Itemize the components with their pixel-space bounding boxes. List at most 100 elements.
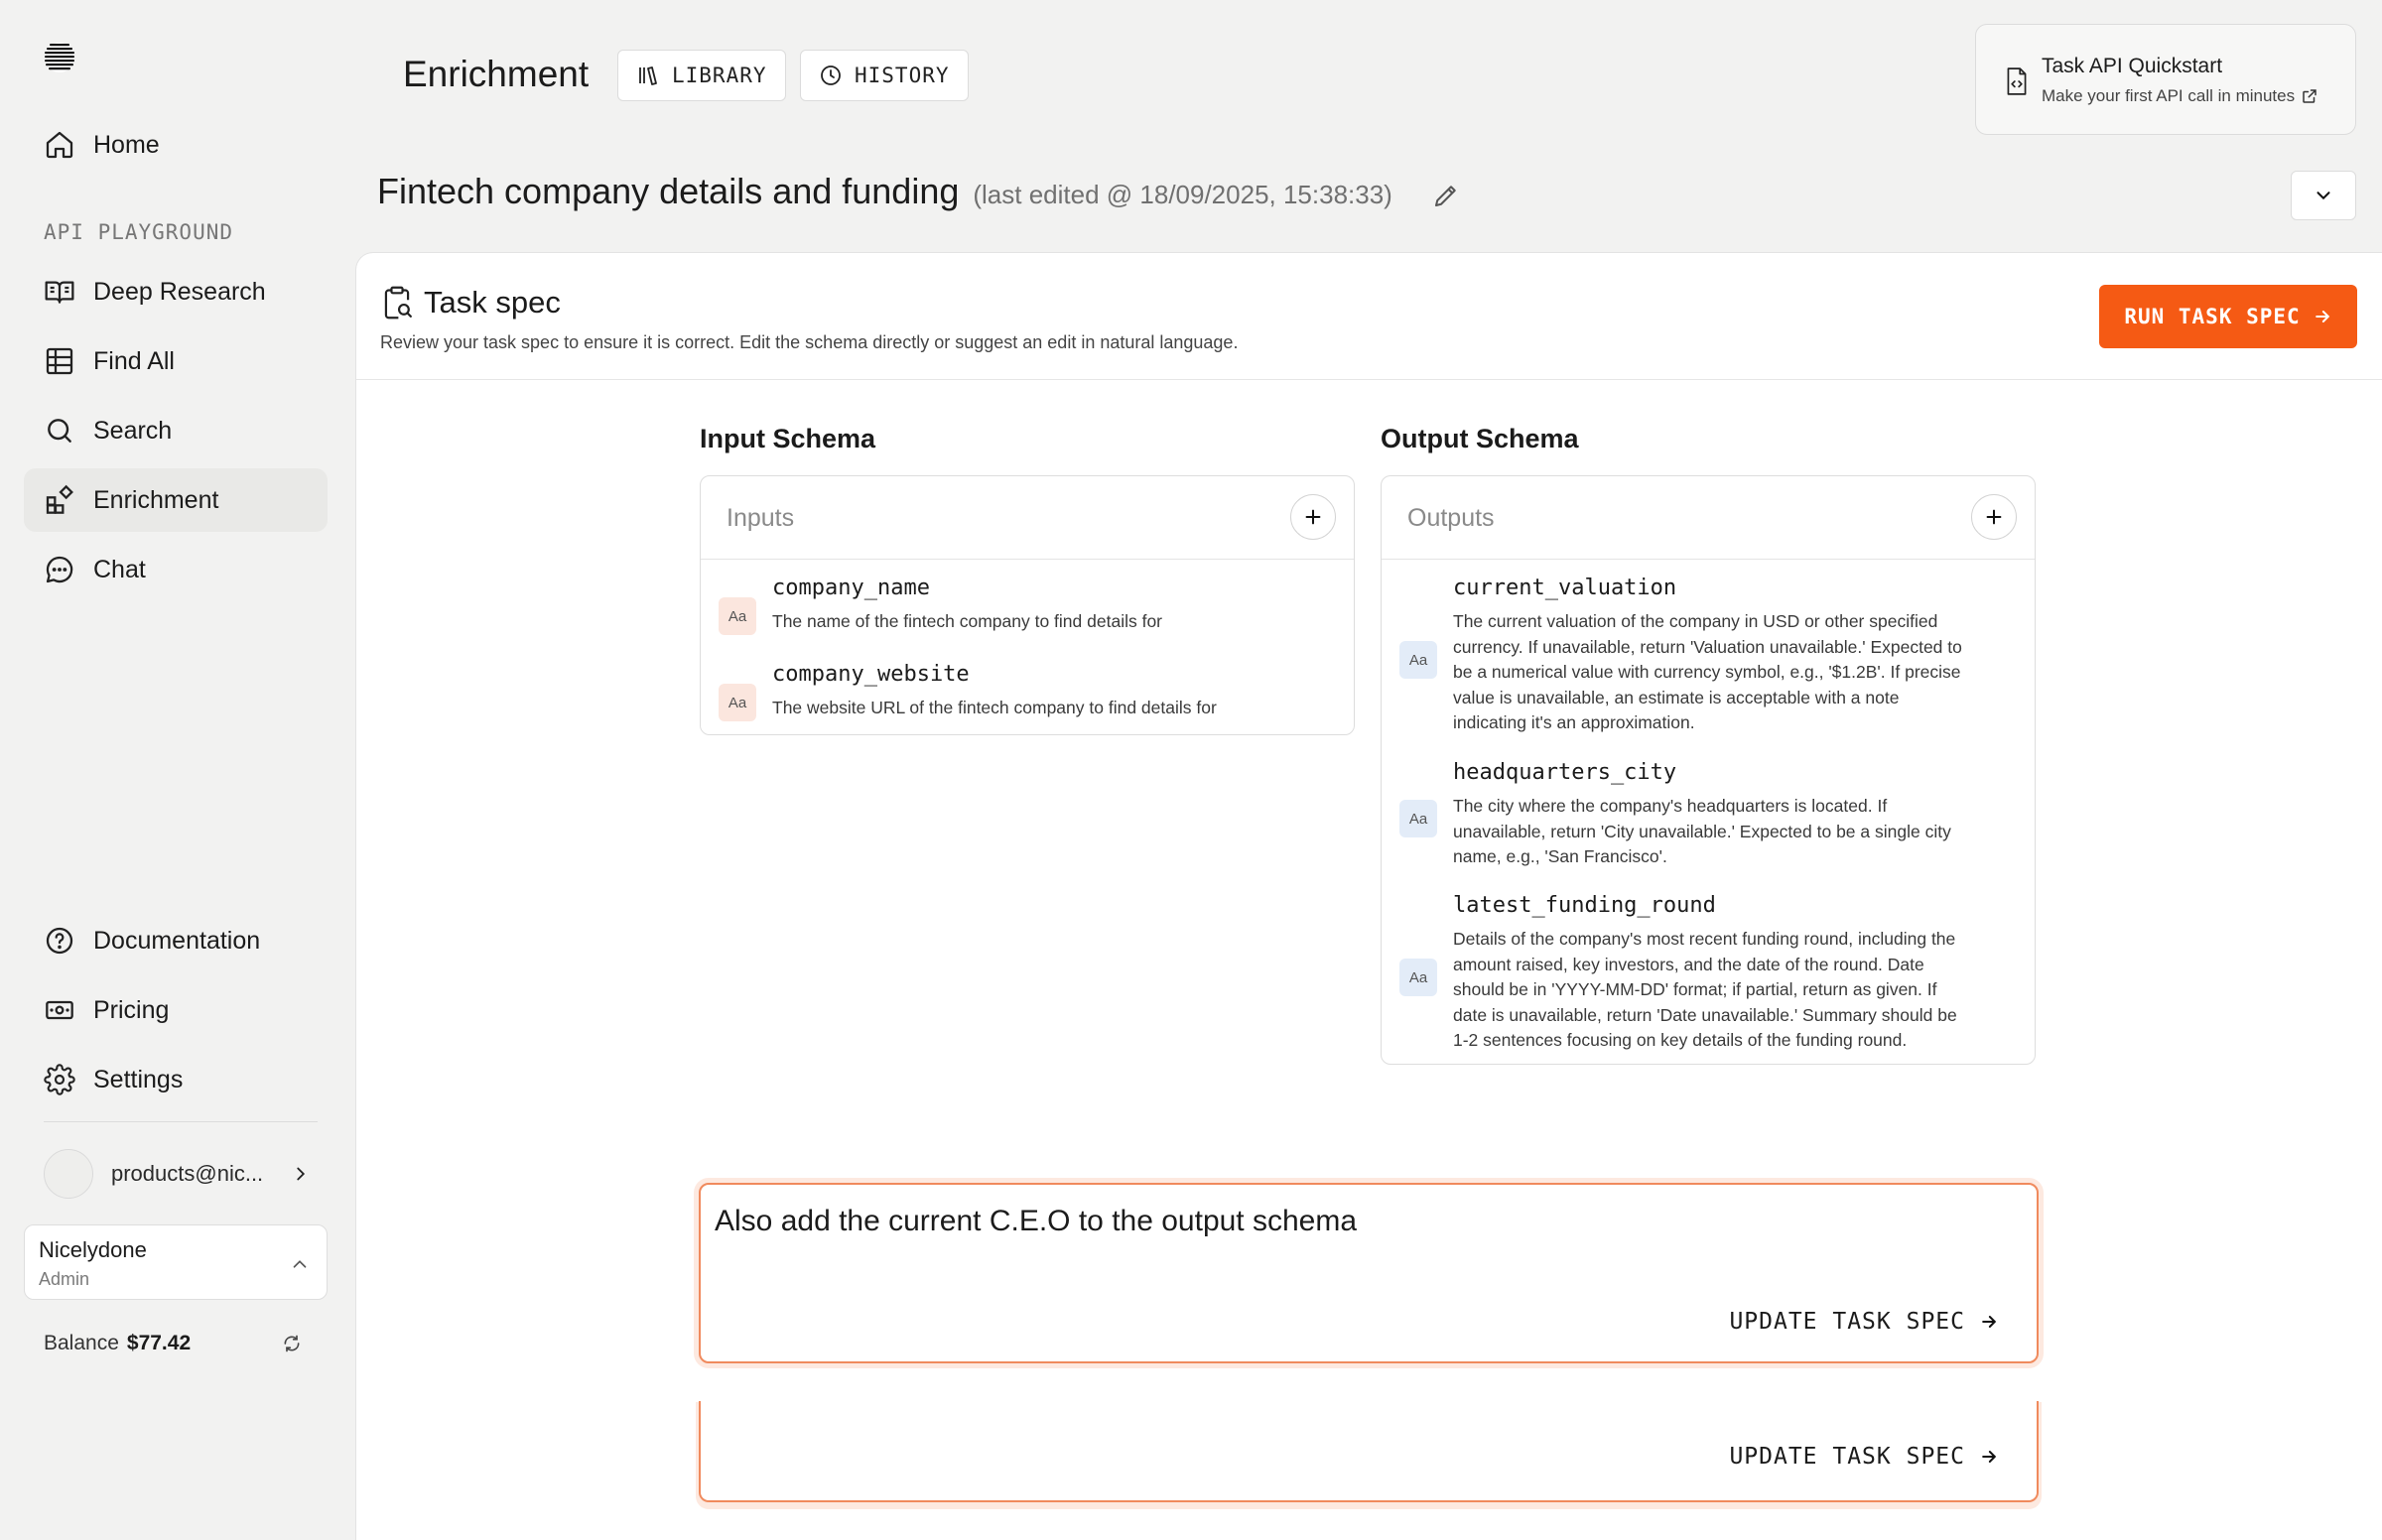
chevron-up-icon bbox=[289, 1253, 311, 1275]
history-label: HISTORY bbox=[855, 64, 950, 87]
refresh-icon[interactable] bbox=[282, 1334, 302, 1353]
output-field-row[interactable]: Aa headquarters_city The city where the … bbox=[1382, 760, 2035, 879]
library-icon bbox=[636, 64, 660, 87]
help-circle-icon bbox=[44, 925, 75, 957]
pencil-icon[interactable] bbox=[1431, 181, 1461, 210]
plus-icon bbox=[1983, 506, 2005, 528]
output-schema-title: Output Schema bbox=[1381, 424, 1579, 453]
arrow-right-icon bbox=[1965, 1312, 1999, 1332]
code-file-icon bbox=[2004, 66, 2030, 96]
run-task-spec-label: RUN TASK SPEC bbox=[2124, 305, 2301, 328]
quickstart-subtitle: Make your first API call in minutes bbox=[2042, 86, 2318, 106]
update-task-spec-button[interactable]: UPDATE TASK SPEC bbox=[1729, 1437, 1999, 1476]
arrow-right-icon bbox=[2301, 307, 2332, 326]
edit-suggestion-textarea[interactable]: Also add the current C.E.O to the output… bbox=[699, 1183, 2039, 1363]
library-button[interactable]: LIBRARY bbox=[617, 50, 786, 101]
add-input-button[interactable] bbox=[1290, 494, 1336, 540]
gear-icon bbox=[44, 1064, 75, 1095]
clipboard-search-icon bbox=[380, 285, 414, 321]
task-title-row: Fintech company details and funding (las… bbox=[377, 171, 1392, 212]
input-schema-title: Input Schema bbox=[700, 424, 876, 453]
history-button[interactable]: HISTORY bbox=[800, 50, 969, 101]
balance-value: $77.42 bbox=[126, 1332, 192, 1354]
text-type-badge: Aa bbox=[1399, 641, 1437, 679]
sidebar-item-pricing[interactable]: Pricing bbox=[24, 978, 328, 1042]
update-task-spec-button[interactable]: UPDATE TASK SPEC bbox=[1729, 1302, 1999, 1342]
task-title: Fintech company details and funding bbox=[377, 171, 960, 211]
field-name: company_name bbox=[772, 576, 930, 600]
last-edited: (last edited @ 18/09/2025, 15:38:33) bbox=[973, 180, 1392, 209]
quickstart-subtitle-text: Make your first API call in minutes bbox=[2042, 86, 2296, 105]
sidebar-item-chat[interactable]: Chat bbox=[24, 538, 328, 601]
sidebar-item-settings[interactable]: Settings bbox=[24, 1048, 328, 1111]
edit-suggestion-text: Also add the current C.E.O to the output… bbox=[715, 1205, 1358, 1237]
text-type-badge: Aa bbox=[719, 597, 756, 635]
options-dropdown[interactable] bbox=[2291, 171, 2356, 220]
add-output-button[interactable] bbox=[1971, 494, 2017, 540]
input-field-row[interactable]: Aa company_name The name of the fintech … bbox=[701, 576, 1354, 655]
inputs-label: Inputs bbox=[727, 504, 795, 532]
edit-suggestion-box-duplicate[interactable]: UPDATE TASK SPEC bbox=[699, 1401, 2039, 1502]
banknote-icon bbox=[44, 994, 75, 1026]
sidebar-item-search[interactable]: Search bbox=[24, 399, 328, 462]
logo-icon[interactable] bbox=[42, 40, 77, 75]
book-icon bbox=[44, 276, 75, 308]
org-role: Admin bbox=[39, 1269, 90, 1289]
sidebar-item-documentation[interactable]: Documentation bbox=[24, 909, 328, 972]
grid-icon bbox=[44, 345, 75, 377]
sidebar-item-enrichment[interactable]: Enrichment bbox=[24, 468, 328, 532]
page-title: Enrichment bbox=[403, 54, 590, 94]
outputs-label: Outputs bbox=[1407, 504, 1495, 532]
avatar bbox=[44, 1149, 93, 1199]
enrichment-icon bbox=[44, 484, 75, 516]
sidebar-item-label: Settings bbox=[93, 1065, 184, 1093]
run-task-spec-button[interactable]: RUN TASK SPEC bbox=[2099, 285, 2357, 348]
quickstart-card[interactable]: Task API Quickstart Make your first API … bbox=[1975, 24, 2356, 135]
chevron-down-icon bbox=[2313, 185, 2334, 206]
sidebar-item-label: Find All bbox=[93, 346, 175, 375]
inputs-header: Inputs bbox=[701, 476, 1354, 560]
task-spec-description: Review your task spec to ensure it is co… bbox=[380, 332, 1239, 352]
input-field-row[interactable]: Aa company_website The website URL of th… bbox=[701, 662, 1354, 731]
chat-icon bbox=[44, 554, 75, 585]
quickstart-title: Task API Quickstart bbox=[2042, 55, 2223, 77]
sidebar: Home API PLAYGROUND Deep Research Find A… bbox=[0, 0, 349, 1540]
field-description: The city where the company's headquarter… bbox=[1453, 796, 1951, 866]
sidebar-item-home[interactable]: Home bbox=[24, 113, 328, 177]
plus-icon bbox=[1302, 506, 1324, 528]
sidebar-item-label: Home bbox=[93, 130, 160, 159]
chevron-right-icon bbox=[290, 1163, 312, 1185]
account-menu[interactable]: products@nic... bbox=[44, 1148, 312, 1200]
sidebar-divider bbox=[44, 1121, 318, 1122]
field-name: current_valuation bbox=[1453, 576, 1677, 600]
sidebar-item-find-all[interactable]: Find All bbox=[24, 329, 328, 393]
task-spec-header: Task spec Review your task spec to ensur… bbox=[356, 253, 2382, 380]
outputs-header: Outputs bbox=[1382, 476, 2035, 560]
field-description: The website URL of the fintech company t… bbox=[772, 698, 1217, 717]
input-schema-card: Inputs Aa company_name The name of the f… bbox=[700, 475, 1355, 735]
output-schema-card: Outputs Aa current_valuation The current… bbox=[1381, 475, 2036, 1065]
field-description: The current valuation of the company in … bbox=[1453, 611, 1962, 732]
sidebar-item-deep-research[interactable]: Deep Research bbox=[24, 260, 328, 323]
field-description: The name of the fintech company to find … bbox=[772, 611, 1162, 631]
sidebar-item-label: Documentation bbox=[93, 926, 261, 955]
text-type-badge: Aa bbox=[1399, 800, 1437, 837]
field-name: headquarters_city bbox=[1453, 760, 1677, 785]
output-field-row[interactable]: Aa latest_funding_round Details of the c… bbox=[1382, 893, 2035, 1062]
clock-icon bbox=[819, 64, 843, 87]
output-field-row[interactable]: Aa current_valuation The current valuati… bbox=[1382, 576, 2035, 746]
sidebar-item-label: Deep Research bbox=[93, 277, 266, 306]
arrow-right-icon bbox=[1965, 1447, 1999, 1467]
update-task-spec-label: UPDATE TASK SPEC bbox=[1729, 1444, 1965, 1470]
field-name: latest_funding_round bbox=[1453, 893, 1716, 918]
field-name: company_website bbox=[772, 662, 970, 687]
field-description: Details of the company's most recent fun… bbox=[1453, 929, 1957, 1050]
balance: Balance $77.42 bbox=[44, 1332, 302, 1355]
update-task-spec-label: UPDATE TASK SPEC bbox=[1729, 1309, 1965, 1335]
sidebar-item-label: Chat bbox=[93, 555, 146, 583]
org-switcher[interactable]: Nicelydone Admin bbox=[24, 1224, 328, 1300]
external-link-icon bbox=[2295, 87, 2318, 105]
section-label: API PLAYGROUND bbox=[44, 220, 234, 244]
search-icon bbox=[44, 415, 75, 447]
sidebar-item-label: Search bbox=[93, 416, 173, 445]
